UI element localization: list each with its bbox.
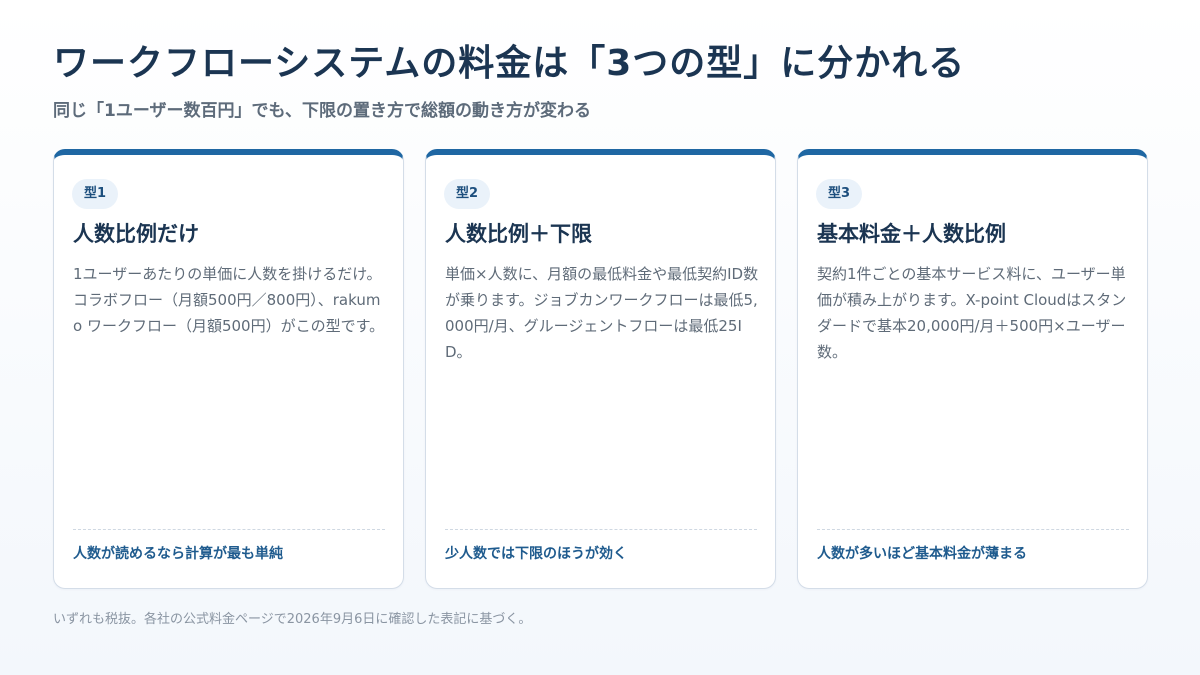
card-description: 契約1件ごとの基本サービス料に、ユーザー単価が積み上がります。X-point C… [817,265,1127,361]
card-note: 人数が多いほど基本料金が薄まる [817,546,1027,562]
card-title: 基本料金＋人数比例 [817,222,1006,246]
card-note: 少人数では下限のほうが効く [445,546,627,562]
card-divider [73,529,385,530]
page-subtitle: 同じ「1ユーザー数百円」でも、下限の置き方で総額の動き方が変わる [53,101,591,121]
card-divider [817,529,1129,530]
card-type-2: 型2 人数比例＋下限 単価×人数に、月額の最低料金や最低契約ID数が乗ります。ジ… [425,149,776,589]
card-badge: 型3 [816,179,863,209]
footnote: いずれも税抜。各社の公式料金ページで2026年9月6日に確認した表記に基づく。 [53,612,532,627]
page-title: ワークフローシステムの料金は「3つの型」に分かれる [53,43,966,84]
card-divider [445,529,757,530]
card-description: 単価×人数に、月額の最低料金や最低契約ID数が乗ります。ジョブカンワークフローは… [445,265,759,361]
card-description: 1ユーザーあたりの単価に人数を掛けるだけ。コラボフロー（月額500円／800円）… [73,265,385,335]
card-type-3: 型3 基本料金＋人数比例 契約1件ごとの基本サービス料に、ユーザー単価が積み上が… [797,149,1148,589]
card-badge: 型2 [444,179,491,209]
card-title: 人数比例＋下限 [445,222,592,246]
card-title: 人数比例だけ [73,222,199,246]
card-type-1: 型1 人数比例だけ 1ユーザーあたりの単価に人数を掛けるだけ。コラボフロー（月額… [53,149,404,589]
pricing-type-cards: 型1 人数比例だけ 1ユーザーあたりの単価に人数を掛けるだけ。コラボフロー（月額… [53,149,1148,589]
page: ワークフローシステムの料金は「3つの型」に分かれる 同じ「1ユーザー数百円」でも… [0,0,1200,675]
card-badge: 型1 [72,179,119,209]
card-note: 人数が読めるなら計算が最も単純 [73,546,283,562]
